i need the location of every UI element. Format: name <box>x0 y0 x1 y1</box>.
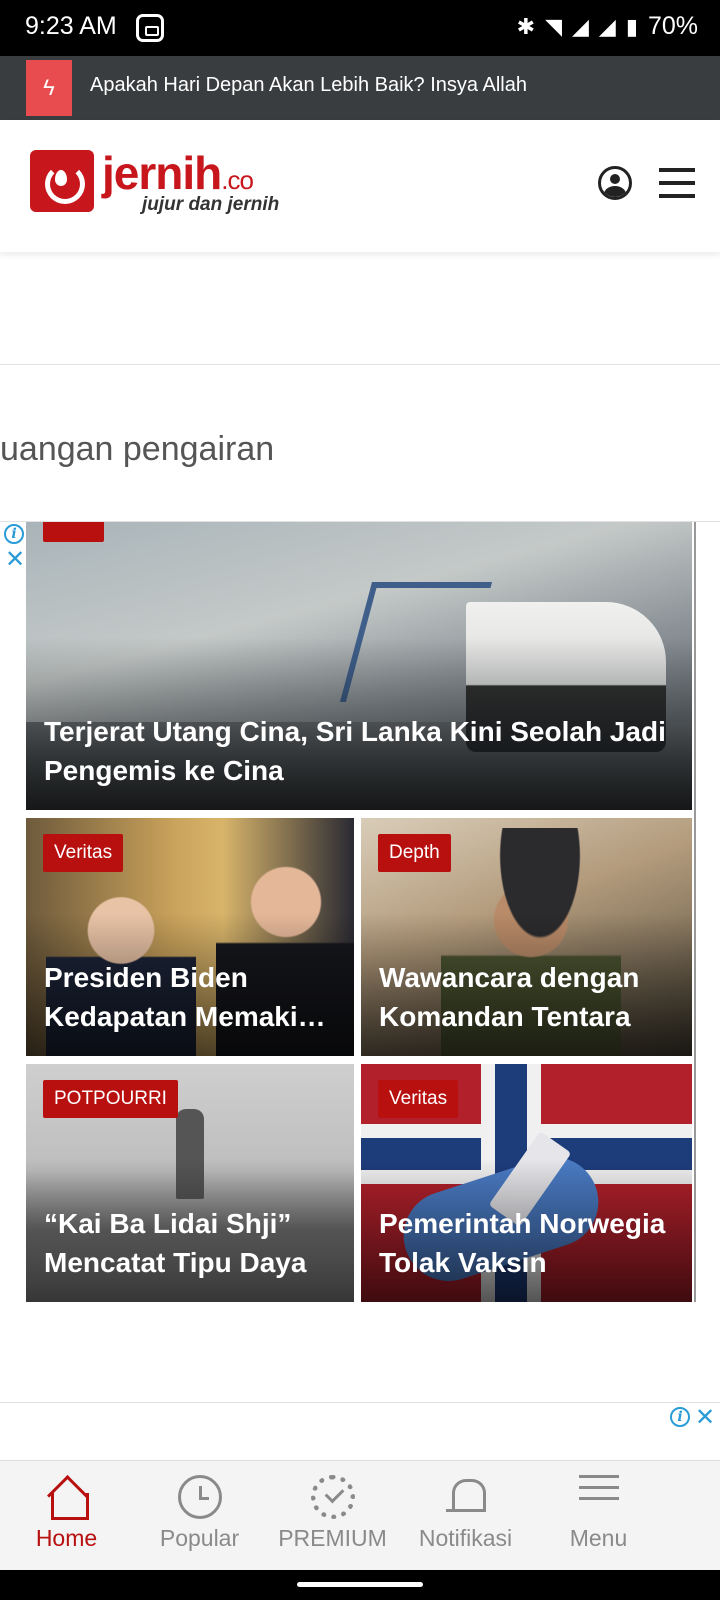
category-badge <box>43 522 105 542</box>
breaking-ticker[interactable]: ϟ Apakah Hari Depan Akan Lebih Baik? Ins… <box>0 56 720 120</box>
clock-icon <box>177 1475 222 1519</box>
article-card[interactable]: Veritas Pemerintah Norwegia Tolak Vaksin <box>361 1064 692 1302</box>
category-badge[interactable]: POTPOURRI <box>43 1080 178 1118</box>
logo-tagline: jujur dan jernih <box>142 194 280 215</box>
category-badge[interactable]: Depth <box>378 834 451 872</box>
nav-notifikasi[interactable]: Notifikasi <box>399 1461 532 1570</box>
bluetooth-icon: ✱ <box>516 13 536 39</box>
nav-label: Popular <box>159 1525 240 1551</box>
bell-icon <box>444 1475 488 1519</box>
nav-label: Notifikasi <box>418 1525 513 1551</box>
category-badge[interactable]: Veritas <box>378 1080 459 1118</box>
ad-info-icon[interactable]: i <box>670 1407 690 1427</box>
bottom-ad-banner[interactable]: i ✕ <box>0 1402 720 1460</box>
article-card[interactable]: Depth Wawancara dengan Komandan Tentara <box>361 818 692 1056</box>
nav-label: Menu <box>569 1525 628 1551</box>
nav-label: PREMIUM <box>278 1525 387 1551</box>
article-card[interactable]: POTPOURRI “Kai Ba Lidai Shji” Mencatat T… <box>26 1064 354 1302</box>
site-header: jernih.co jujur dan jernih <box>0 120 720 252</box>
article-title[interactable]: Wawancara dengan Komandan Tentara <box>379 958 678 1036</box>
status-icons: ✱ ◥ ◢ ◢ ▮ 70% <box>517 12 698 41</box>
ad-info-icon[interactable]: i <box>4 524 24 544</box>
scrollbar[interactable] <box>694 522 696 1302</box>
nav-popular[interactable]: Popular <box>133 1461 266 1570</box>
article-title[interactable]: “Kai Ba Lidai Shji” Mencatat Tipu Daya <box>44 1204 340 1282</box>
article-title[interactable]: Terjerat Utang Cina, Sri Lanka Kini Seol… <box>44 712 678 790</box>
category-badge[interactable]: Veritas <box>43 834 124 872</box>
signal-icon: ◢ <box>572 13 589 39</box>
user-account-icon[interactable] <box>598 166 632 200</box>
battery-icon: ▮ <box>625 13 638 39</box>
nav-label: Home <box>35 1525 98 1551</box>
status-time: 9:23 AM <box>25 12 117 40</box>
logo-drop-icon <box>30 150 94 212</box>
ticker-headline[interactable]: Apakah Hari Depan Akan Lebih Baik? Insya… <box>90 74 527 97</box>
badge-check-icon <box>310 1475 355 1519</box>
nav-home[interactable]: Home <box>0 1461 133 1570</box>
flash-icon: ϟ <box>26 60 72 116</box>
article-title[interactable]: Presiden Biden Kedapatan Memaki Wartawan <box>44 958 340 1036</box>
divider <box>0 364 720 365</box>
article-title[interactable]: Pemerintah Norwegia Tolak Vaksin <box>379 1204 678 1282</box>
logo-wordmark: jernih.co <box>102 147 254 199</box>
ad-close-icon[interactable]: ✕ <box>695 1406 715 1430</box>
gesture-navigation-bar[interactable] <box>0 1570 720 1600</box>
home-icon <box>45 1475 89 1520</box>
signal-icon: ◢ <box>598 13 616 39</box>
status-bar: 9:23 AM ✱ ◥ ◢ ◢ ▮ 70% <box>0 0 720 56</box>
nav-premium[interactable]: PREMIUM <box>266 1461 399 1570</box>
menu-lines-icon <box>577 1475 621 1519</box>
app-notification-icon <box>136 14 164 42</box>
hero-article-card[interactable]: Terjerat Utang Cina, Sri Lanka Kini Seol… <box>26 522 692 810</box>
bottom-navigation: Home Popular PREMIUM Notifikasi Menu <box>0 1460 720 1570</box>
section-heading: uangan pengairan <box>0 430 275 468</box>
ad-close-icon[interactable]: ✕ <box>5 548 25 572</box>
battery-percent: 70% <box>647 12 698 40</box>
hamburger-menu-icon[interactable] <box>659 168 695 198</box>
nav-menu[interactable]: Menu <box>532 1461 665 1570</box>
wifi-icon: ◥ <box>545 13 562 39</box>
article-card[interactable]: Veritas Presiden Biden Kedapatan Memaki … <box>26 818 354 1056</box>
